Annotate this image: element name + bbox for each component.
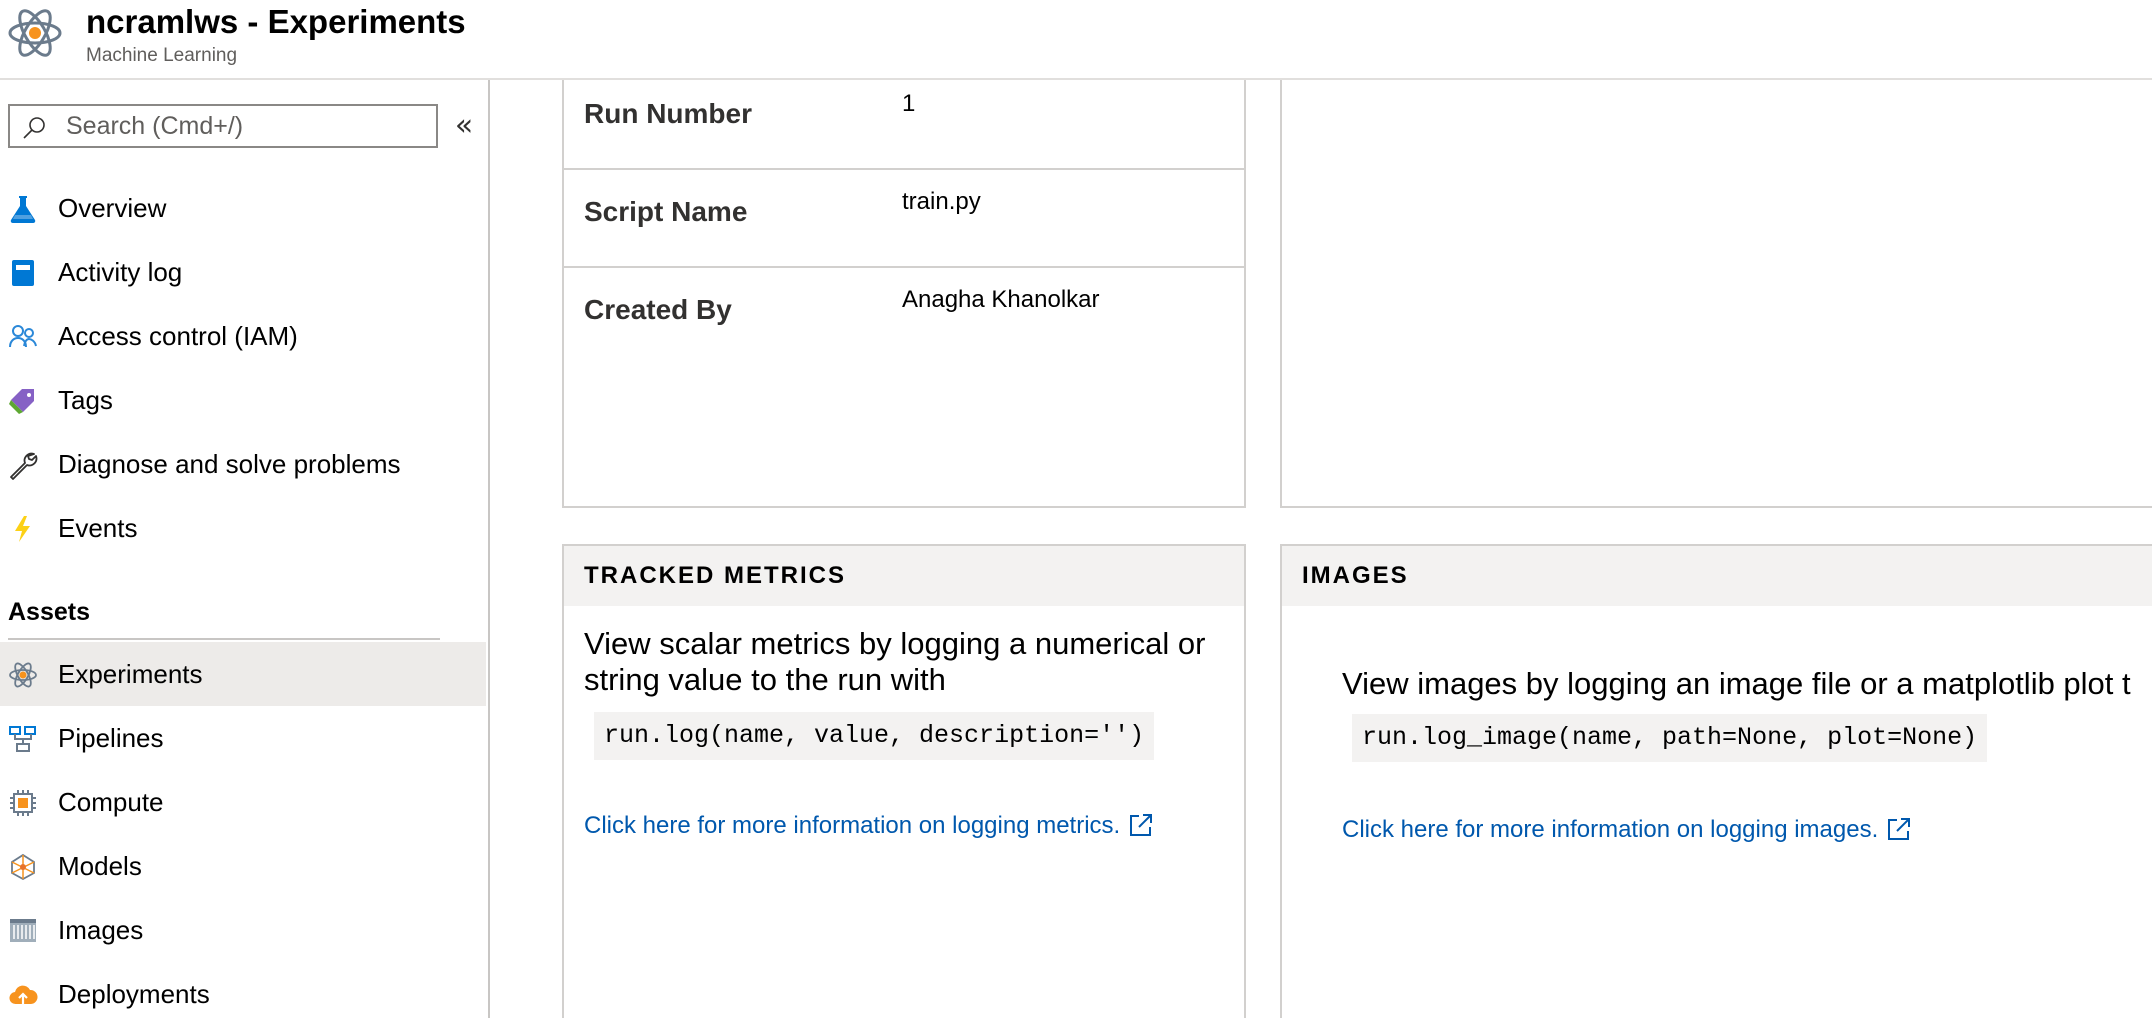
sidebar-item-events[interactable]: Events [0, 496, 486, 560]
sidebar-item-label: Models [58, 851, 142, 881]
atom-icon [9, 662, 37, 688]
detail-key: Created By [584, 294, 732, 325]
sidebar-item-label: Tags [58, 385, 113, 415]
sidebar-item-compute[interactable]: Compute [0, 770, 486, 834]
container-image-icon [10, 919, 36, 942]
main-content: Run Number 1 Script Name train.py Create… [490, 80, 2152, 1018]
sidebar-item-label: Deployments [58, 979, 210, 1009]
sidebar-item-activity-log[interactable]: Activity log [0, 240, 486, 304]
sidebar-item-access-control[interactable]: Access control (IAM) [0, 304, 486, 368]
search-icon [23, 117, 45, 139]
collapse-sidebar-button[interactable]: « [452, 110, 476, 142]
card-title: IMAGES [1302, 562, 1409, 589]
images-info-link[interactable]: Click here for more information on loggi… [1342, 816, 1912, 844]
detail-value: 1 [902, 90, 916, 117]
sidebar-item-models[interactable]: Models [0, 834, 486, 898]
run-properties-panel [1280, 80, 2152, 508]
sidebar-item-label: Images [58, 915, 144, 945]
sidebar-item-label: Activity log [58, 257, 183, 287]
images-card: IMAGES View images by logging an image f… [1280, 544, 2152, 1018]
detail-key: Run Number [584, 98, 752, 129]
link-text: Click here for more information on loggi… [1342, 816, 1879, 843]
metrics-info-link[interactable]: Click here for more information on loggi… [584, 812, 1154, 840]
metrics-description: View scalar metrics by logging a numeric… [584, 626, 1206, 697]
page-header: ncramlws - Experiments Machine Learning [0, 0, 2152, 80]
tracked-metrics-card: TRACKED METRICS View scalar metrics by l… [562, 544, 1246, 1018]
sidebar-item-experiments[interactable]: Experiments [0, 642, 486, 706]
detail-row-script-name: Script Name train.py [564, 168, 1244, 268]
sidebar-item-images[interactable]: Images [0, 898, 486, 962]
images-description: View images by logging an image file or … [1342, 666, 2131, 701]
tag-icon [9, 389, 34, 414]
activity-log-icon [12, 260, 34, 286]
detail-value: Anagha Khanolkar [902, 286, 1100, 313]
sidebar-item-pipelines[interactable]: Pipelines [0, 706, 486, 770]
sidebar-item-diagnose[interactable]: Diagnose and solve problems [0, 432, 486, 496]
ml-atom-icon [8, 9, 62, 57]
sidebar-item-label: Compute [58, 787, 164, 817]
sidebar-item-label: Access control (IAM) [58, 321, 298, 351]
external-link-icon [1130, 814, 1153, 836]
run-details-panel: Run Number 1 Script Name train.py Create… [562, 80, 1246, 508]
sidebar-item-label: Experiments [58, 659, 203, 689]
people-icon [9, 325, 37, 348]
card-header: IMAGES [1282, 546, 2152, 606]
page-title: ncramlws - Experiments [86, 3, 466, 40]
section-title-assets: Assets [8, 598, 90, 626]
sidebar-item-overview[interactable]: Overview [0, 176, 486, 240]
sidebar-item-label: Pipelines [58, 723, 164, 753]
card-header: TRACKED METRICS [564, 546, 1244, 606]
sidebar-item-deployments[interactable]: Deployments [0, 962, 486, 1018]
detail-row-run-number: Run Number 1 [564, 80, 1244, 170]
sidebar-item-label: Overview [58, 193, 167, 223]
page-subtitle: Machine Learning [86, 45, 238, 66]
link-text: Click here for more information on loggi… [584, 812, 1121, 839]
images-code-snippet: run.log_image(name, path=None, plot=None… [1352, 714, 1988, 762]
detail-key: Script Name [584, 196, 748, 227]
model-icon [11, 853, 35, 881]
divider [8, 638, 440, 640]
lightning-icon [15, 516, 30, 542]
chip-icon [10, 790, 36, 816]
flask-icon [10, 196, 36, 224]
card-title: TRACKED METRICS [584, 562, 846, 589]
search-input[interactable] [66, 106, 426, 146]
sidebar-item-label: Diagnose and solve problems [58, 449, 401, 479]
detail-row-created-by: Created By Anagha Khanolkar [564, 266, 1244, 364]
sidebar: « Overview Activity log Access control (… [0, 80, 490, 1018]
metrics-code-snippet: run.log(name, value, description='') [594, 712, 1155, 760]
search-box[interactable] [8, 104, 438, 148]
sidebar-item-tags[interactable]: Tags [0, 368, 486, 432]
pipeline-icon [9, 726, 36, 752]
cloud-upload-icon [9, 985, 38, 1005]
detail-value: train.py [902, 188, 981, 215]
wrench-icon [10, 452, 38, 480]
sidebar-item-label: Events [58, 513, 138, 543]
external-link-icon [1888, 818, 1911, 840]
